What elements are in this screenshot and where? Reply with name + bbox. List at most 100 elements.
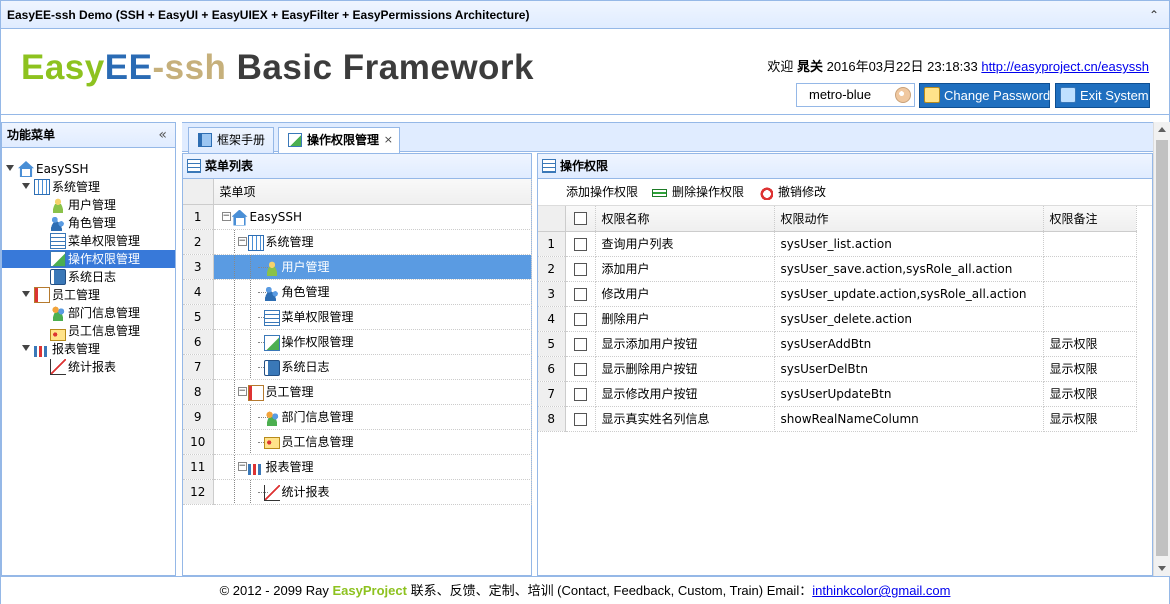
sidebar-item[interactable]: 系统日志 [2,268,175,286]
table-row[interactable]: 2 添加用户 sysUser_save.action,sysRole_all.a… [538,256,1137,282]
change-password-button[interactable]: Change Password [919,83,1050,108]
select-all-checkbox[interactable] [565,206,596,232]
sidebar-item[interactable]: 用户管理 [2,196,175,214]
menu-item-cell[interactable]: − 员工管理 [213,379,532,405]
menu-item-cell[interactable]: 用户管理 [213,254,532,280]
row-checkbox[interactable] [565,381,596,407]
sidebar-item[interactable]: 菜单权限管理 [2,232,175,250]
table-row[interactable]: 8 显示真实姓名列信息 showRealNameColumn 显示权限 [538,406,1137,432]
row-checkbox[interactable] [565,306,596,332]
row-checkbox[interactable] [565,281,596,307]
permission-name-cell[interactable]: 显示删除用户按钮 [595,356,775,382]
expand-toggle-icon[interactable] [22,183,30,189]
permission-action-cell[interactable]: sysUserDelBtn [774,356,1044,382]
row-checkbox[interactable] [565,406,596,432]
permission-action-cell[interactable]: sysUserAddBtn [774,331,1044,357]
permission-action-cell[interactable]: showRealNameColumn [774,406,1044,432]
permission-name-cell[interactable]: 添加用户 [595,256,775,282]
permission-action-cell[interactable]: sysUserUpdateBtn [774,381,1044,407]
table-row[interactable]: 9 部门信息管理 [183,404,532,430]
menu-item-cell[interactable]: 系统日志 [213,354,532,380]
collapse-toggle-icon[interactable]: − [237,386,247,396]
row-checkbox[interactable] [565,256,596,282]
table-row[interactable]: 10 员工信息管理 [183,429,532,455]
sidebar-item[interactable]: 部门信息管理 [2,304,175,322]
menu-item-cell[interactable]: 员工信息管理 [213,429,532,455]
row-checkbox[interactable] [565,356,596,382]
table-row[interactable]: 5 菜单权限管理 [183,304,532,330]
table-row[interactable]: 11 − 报表管理 [183,454,532,480]
column-header-action[interactable]: 权限动作 [774,206,1044,232]
theme-select[interactable]: metro-blue [796,83,915,107]
permission-remark-cell[interactable] [1043,281,1137,307]
table-row[interactable]: 4 删除用户 sysUser_delete.action [538,306,1137,332]
expand-toggle-icon[interactable] [6,165,14,171]
menu-item-cell[interactable]: − 系统管理 [213,229,532,255]
row-checkbox[interactable] [565,231,596,257]
scroll-thumb[interactable] [1156,140,1168,556]
permission-name-cell[interactable]: 修改用户 [595,281,775,307]
table-row[interactable]: 1 查询用户列表 sysUser_list.action [538,231,1137,257]
menu-item-cell[interactable]: 角色管理 [213,279,532,305]
table-row[interactable]: 3 用户管理 [183,254,532,280]
permission-remark-cell[interactable]: 显示权限 [1043,331,1137,357]
permission-action-cell[interactable]: sysUser_list.action [774,231,1044,257]
column-header-menu-item[interactable]: 菜单项 [213,179,532,205]
table-row[interactable]: 12 统计报表 [183,479,532,505]
permission-action-cell[interactable]: sysUser_save.action,sysRole_all.action [774,256,1044,282]
menu-item-cell[interactable]: 操作权限管理 [213,329,532,355]
table-row[interactable]: 4 角色管理 [183,279,532,305]
permission-name-cell[interactable]: 显示修改用户按钮 [595,381,775,407]
close-tab-icon[interactable]: × [384,128,393,152]
permission-name-cell[interactable]: 显示真实姓名列信息 [595,406,775,432]
footer-email-link[interactable]: inthinkcolor@gmail.com [812,583,950,598]
permission-remark-cell[interactable]: 显示权限 [1043,406,1137,432]
table-row[interactable]: 5 显示添加用户按钮 sysUserAddBtn 显示权限 [538,331,1137,357]
table-row[interactable]: 6 操作权限管理 [183,329,532,355]
permission-remark-cell[interactable] [1043,231,1137,257]
permission-action-cell[interactable]: sysUser_update.action,sysRole_all.action [774,281,1044,307]
permission-name-cell[interactable]: 删除用户 [595,306,775,332]
table-row[interactable]: 1− EasySSH [183,204,532,230]
tab-operation-permission[interactable]: 操作权限管理 × [278,127,400,154]
collapse-toggle-icon[interactable]: − [237,461,247,471]
sidebar-item[interactable]: 员工信息管理 [2,322,175,341]
expand-toggle-icon[interactable] [22,345,30,351]
permission-remark-cell[interactable] [1043,256,1137,282]
table-row[interactable]: 7 系统日志 [183,354,532,380]
permission-remark-cell[interactable] [1043,306,1137,332]
menu-item-cell[interactable]: 统计报表 [213,479,532,505]
undo-changes-button[interactable]: 撤销修改 [758,179,826,206]
permission-remark-cell[interactable]: 显示权限 [1043,381,1137,407]
site-link[interactable]: http://easyproject.cn/easyssh [981,59,1149,74]
exit-system-button[interactable]: Exit System [1055,83,1150,108]
add-permission-button[interactable]: 添加操作权限 [546,179,638,206]
vertical-scrollbar[interactable] [1153,122,1170,576]
menu-item-cell[interactable]: − EasySSH [213,204,532,230]
sidebar-item[interactable]: EasySSH [2,160,175,178]
scroll-up-icon[interactable] [1158,127,1166,132]
column-header-name[interactable]: 权限名称 [595,206,775,232]
palette-icon[interactable] [895,87,911,103]
menu-item-cell[interactable]: − 报表管理 [213,454,532,480]
sidebar-item[interactable]: 报表管理 [2,340,175,358]
table-row[interactable]: 8 − 员工管理 [183,379,532,405]
permission-name-cell[interactable]: 查询用户列表 [595,231,775,257]
sidebar-item[interactable]: 统计报表 [2,358,175,376]
table-row[interactable]: 6 显示删除用户按钮 sysUserDelBtn 显示权限 [538,356,1137,382]
collapse-left-icon[interactable]: « [158,123,167,148]
collapse-toggle-icon[interactable]: − [237,236,247,246]
table-row[interactable]: 3 修改用户 sysUser_update.action,sysRole_all… [538,281,1137,307]
permission-action-cell[interactable]: sysUser_delete.action [774,306,1044,332]
permission-name-cell[interactable]: 显示添加用户按钮 [595,331,775,357]
column-header-remark[interactable]: 权限备注 [1043,206,1137,232]
permission-remark-cell[interactable]: 显示权限 [1043,356,1137,382]
sidebar-item[interactable]: 操作权限管理 [2,250,175,268]
sidebar-item[interactable]: 系统管理 [2,178,175,196]
menu-item-cell[interactable]: 菜单权限管理 [213,304,532,330]
sidebar-item[interactable]: 角色管理 [2,214,175,232]
tab-framework-manual[interactable]: 框架手册 [188,127,274,153]
collapse-up-icon[interactable]: ⌃ [1147,8,1161,22]
expand-toggle-icon[interactable] [22,291,30,297]
collapse-toggle-icon[interactable]: − [221,211,231,221]
